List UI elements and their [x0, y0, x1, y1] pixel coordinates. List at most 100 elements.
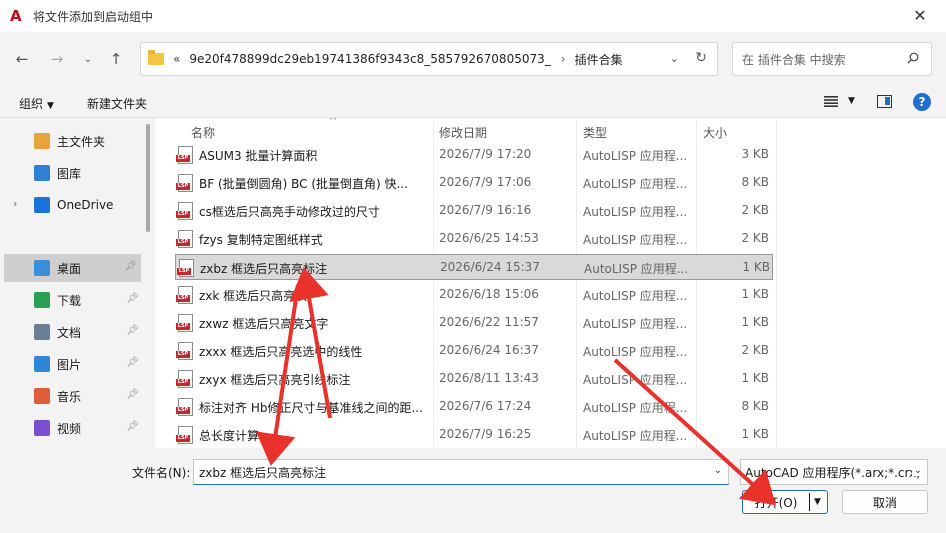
- video-icon: [34, 420, 50, 436]
- pin-icon[interactable]: 📌︎: [126, 293, 139, 304]
- file-type: AutoLISP 应用程...: [583, 429, 688, 443]
- organize-label: 组织: [19, 97, 44, 111]
- breadcrumb-current[interactable]: 插件合集: [575, 51, 623, 68]
- file-name: zxk 框选后只高亮块: [199, 289, 308, 303]
- dialog-footer: 文件名(N): zxbz 框选后只高亮标注 ⌄ AutoCAD 应用程序(*.a…: [0, 448, 946, 533]
- file-name: zxyx 框选后只高亮引线标注: [199, 373, 351, 387]
- window-title: 将文件添加到启动组中: [33, 9, 154, 24]
- expand-chevron-icon[interactable]: ›: [13, 197, 17, 210]
- file-name: ASUM3 批量计算面积: [199, 149, 318, 163]
- lsp-file-icon: [176, 230, 193, 248]
- file-size: 1 KB: [741, 287, 769, 301]
- pin-icon[interactable]: 📌︎: [126, 357, 139, 368]
- document-icon: [34, 324, 50, 340]
- column-divider[interactable]: [776, 118, 777, 448]
- download-icon: [34, 292, 50, 308]
- search-input[interactable]: 在 插件合集 中搜索: [732, 42, 932, 76]
- recent-chevron-down-icon[interactable]: ⌄: [76, 48, 100, 70]
- preview-pane-icon[interactable]: [877, 95, 892, 108]
- navigation-pane: 主文件夹 图库 › OneDrive 桌面 📌︎ 下载 📌︎ 文档 📌︎ 图片 …: [0, 118, 155, 448]
- organize-button[interactable]: 组织 ▼: [19, 95, 54, 112]
- lsp-file-icon: [176, 146, 193, 164]
- title-bar: A 将文件添加到启动组中 ✕: [0, 0, 946, 32]
- breadcrumb-segment[interactable]: 9e20f478899dc29eb19741386f9343c8_5857926…: [189, 52, 550, 66]
- view-options-caret-icon[interactable]: ▼: [848, 96, 855, 106]
- address-bar[interactable]: « 9e20f478899dc29eb19741386f9343c8_58579…: [140, 42, 718, 76]
- file-size: 1 KB: [741, 427, 769, 441]
- lsp-file-icon: [176, 286, 193, 304]
- file-row[interactable]: zxk 框选后只高亮块 2026/6/18 15:06 AutoLISP 应用程..…: [175, 282, 773, 308]
- back-arrow-icon[interactable]: ←: [10, 48, 34, 70]
- file-row[interactable]: 标注对齐 Hb修正尺寸与基准线之间的距... 2026/7/6 17:24 Auto…: [175, 394, 773, 420]
- sidebar-item-label: 主文件夹: [57, 134, 106, 149]
- cloud-icon: [34, 197, 50, 213]
- filetype-select[interactable]: AutoCAD 应用程序(*.arx;*.crx; ⌄: [740, 459, 928, 485]
- file-list: 名称 ^ 修改日期 类型 大小 ASUM3 批量计算面积 2026/7/9 17:…: [155, 118, 946, 448]
- filename-label: 文件名(N):: [132, 466, 191, 480]
- file-name: BF (批量倒圆角) BC (批量倒直角) 快...: [199, 177, 408, 191]
- file-row[interactable]: zxxx 框选后只高亮选中的线性 2026/6/24 16:37 AutoLISP …: [175, 338, 773, 364]
- filetype-dropdown-icon[interactable]: ⌄: [911, 465, 922, 476]
- file-size: 2 KB: [741, 231, 769, 245]
- address-dropdown-icon[interactable]: ⌄: [670, 52, 679, 65]
- file-row[interactable]: ASUM3 批量计算面积 2026/7/9 17:20 AutoLISP 应用程..…: [175, 142, 773, 168]
- file-row[interactable]: fzys 复制特定图纸样式 2026/6/25 14:53 AutoLISP 应用程…: [175, 226, 773, 252]
- folder-icon: [148, 50, 164, 65]
- file-name: zxwz 框选后只高亮文字: [199, 317, 329, 331]
- file-date: 2026/7/9 17:06: [439, 175, 532, 189]
- refresh-icon[interactable]: ↻: [695, 50, 707, 66]
- file-date: 2026/7/6 17:24: [439, 399, 532, 413]
- sidebar-item-label: 音乐: [57, 389, 82, 404]
- view-list-icon[interactable]: [824, 96, 838, 107]
- sidebar-item-music[interactable]: 音乐 📌︎: [0, 382, 143, 410]
- lsp-file-icon: [176, 398, 193, 416]
- file-date: 2026/6/24 15:37: [440, 260, 540, 274]
- sidebar-item-pictures[interactable]: 图片 📌︎: [0, 350, 143, 378]
- search-icon[interactable]: [907, 52, 919, 64]
- file-row[interactable]: 总长度计算 2026/7/9 16:25 AutoLISP 应用程... 1 KB: [175, 422, 773, 448]
- sidebar-item-videos[interactable]: 视频 📌︎: [0, 414, 143, 442]
- sidebar-scrollbar[interactable]: [143, 118, 153, 448]
- file-row[interactable]: BF (批量倒圆角) BC (批量倒直角) 快... 2026/7/9 17:06…: [175, 170, 773, 196]
- sidebar-item-documents[interactable]: 文档 📌︎: [0, 318, 143, 346]
- file-size: 1 KB: [741, 315, 769, 329]
- help-icon[interactable]: ?: [913, 93, 931, 111]
- filename-input[interactable]: zxbz 框选后只高亮标注 ⌄: [193, 459, 729, 485]
- pin-icon[interactable]: 📌︎: [126, 389, 139, 400]
- file-type: AutoLISP 应用程...: [583, 233, 688, 247]
- sidebar-item-downloads[interactable]: 下载 📌︎: [0, 286, 143, 314]
- close-button[interactable]: ✕: [900, 0, 940, 30]
- file-row[interactable]: cs框选后只高亮手动修改过的尺寸 2026/7/9 16:16 AutoLISP 应…: [175, 198, 773, 224]
- address-overflow-icon[interactable]: «: [173, 52, 180, 66]
- pin-icon[interactable]: 📌︎: [124, 261, 137, 272]
- new-folder-button[interactable]: 新建文件夹: [87, 95, 147, 112]
- sidebar-item-desktop[interactable]: 桌面 📌︎: [4, 254, 141, 282]
- up-arrow-icon[interactable]: ↑: [104, 48, 128, 70]
- file-name: 标注对齐 Hb修正尺寸与基准线之间的距...: [199, 401, 423, 415]
- open-options-caret-icon[interactable]: ▼: [814, 497, 821, 507]
- open-button[interactable]: 打开(O) ▼: [742, 490, 828, 514]
- column-size-label: 大小: [703, 125, 728, 140]
- home-icon: [34, 133, 50, 149]
- sidebar-item-label: 图库: [57, 166, 82, 181]
- desktop-icon: [34, 260, 50, 276]
- sidebar-scrollbar-thumb[interactable]: [146, 124, 150, 232]
- lsp-file-icon: [176, 314, 193, 332]
- sidebar-item-onedrive[interactable]: › OneDrive: [0, 191, 143, 219]
- cancel-button[interactable]: 取消: [842, 490, 928, 514]
- sidebar-item-home[interactable]: 主文件夹: [0, 127, 143, 155]
- file-date: 2026/6/24 16:37: [439, 343, 539, 357]
- sidebar-item-gallery[interactable]: 图库: [0, 159, 143, 187]
- breadcrumb-separator-icon[interactable]: ›: [561, 52, 566, 66]
- pin-icon[interactable]: 📌︎: [126, 325, 139, 336]
- forward-arrow-icon[interactable]: →: [45, 48, 69, 70]
- file-row[interactable]: zxyx 框选后只高亮引线标注 2026/8/11 13:43 AutoLISP 应…: [175, 366, 773, 392]
- file-size: 3 KB: [741, 147, 769, 161]
- file-row[interactable]: zxbz 框选后只高亮标注 2026/6/24 15:37 AutoLISP 应用程…: [175, 254, 773, 280]
- pin-icon[interactable]: 📌︎: [126, 421, 139, 432]
- file-date: 2026/6/18 15:06: [439, 287, 539, 301]
- file-row[interactable]: zxwz 框选后只高亮文字 2026/6/22 11:57 AutoLISP 应用程…: [175, 310, 773, 336]
- filename-dropdown-icon[interactable]: ⌄: [714, 465, 722, 476]
- lsp-file-icon: [176, 202, 193, 220]
- file-type: AutoLISP 应用程...: [584, 262, 689, 276]
